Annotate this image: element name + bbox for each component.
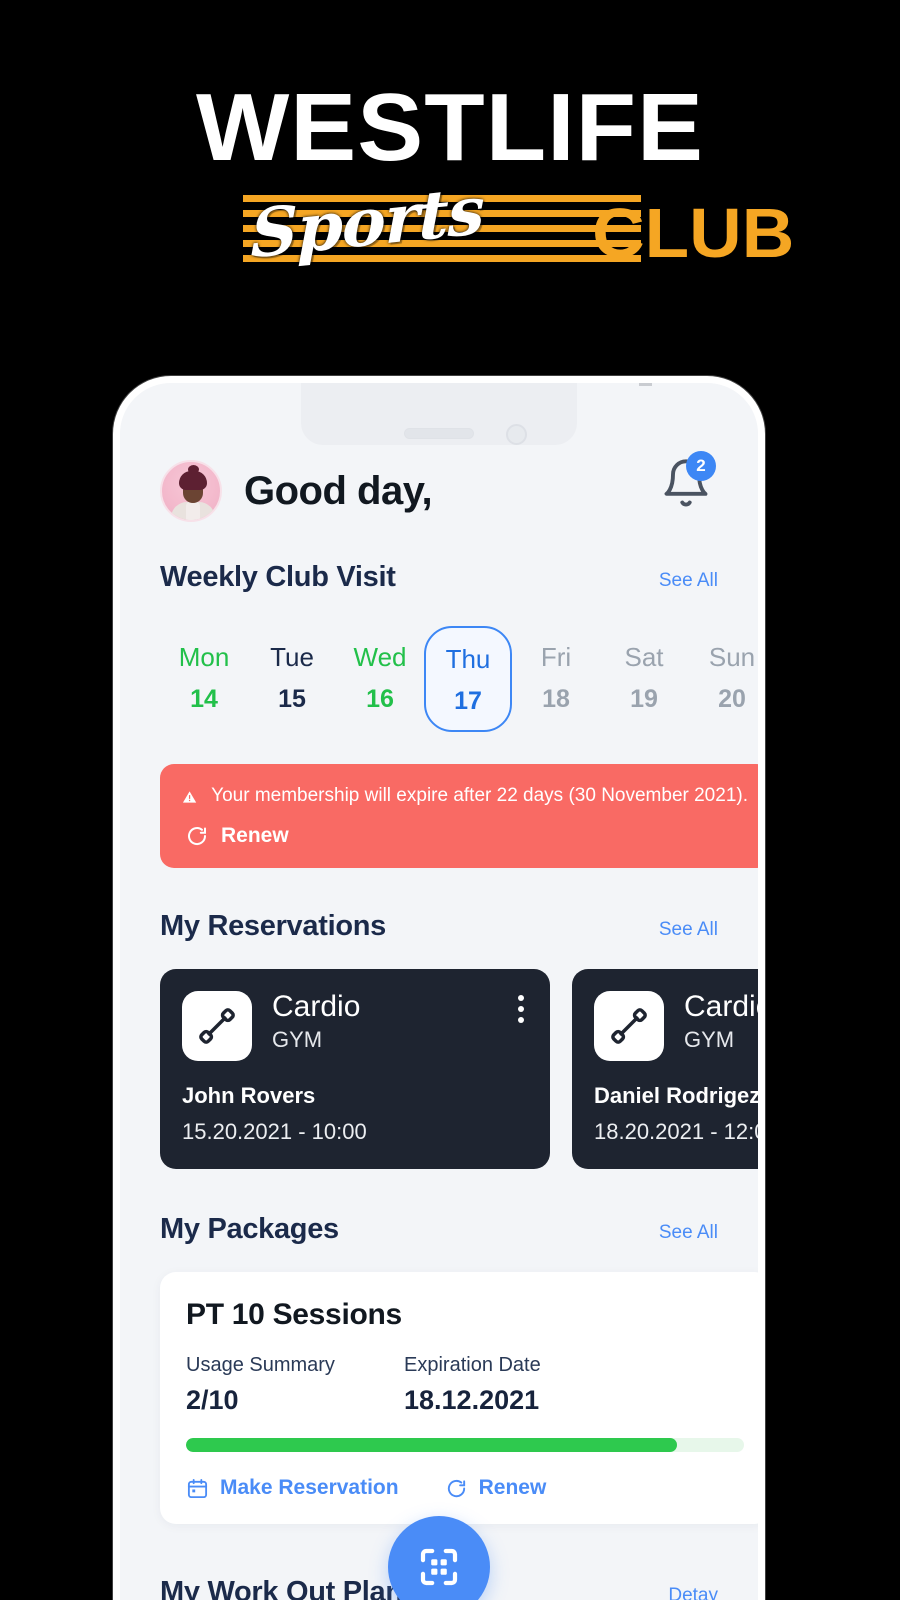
page-title: Good day, (244, 468, 433, 513)
alert-renew-label: Renew (221, 824, 289, 847)
reservation-trainer: Daniel Rodrigez (594, 1083, 758, 1108)
make-reservation-button[interactable]: Make Reservation (186, 1476, 399, 1500)
dumbbell-icon (182, 991, 252, 1061)
warning-icon (182, 791, 197, 803)
reservation-card[interactable]: Cardio GYM John Rovers 15.20.2021 - 10:0… (160, 969, 550, 1169)
day-number: 14 (190, 685, 218, 713)
brand-wordmark-row2: Sports CLUB (243, 171, 794, 274)
reservations-carousel[interactable]: Cardio GYM John Rovers 15.20.2021 - 10:0… (160, 969, 758, 1169)
reservation-location: GYM (272, 1027, 323, 1053)
package-expiry-value: 18.12.2021 (404, 1385, 540, 1415)
day-name: Sat (624, 642, 664, 672)
refresh-icon (447, 1479, 465, 1497)
reservation-type: Cardio (684, 990, 758, 1023)
phone-screen: Good day, 2 Weekly Club Visit See All Mo… (120, 383, 758, 1600)
package-expiry-label: Expiration Date (404, 1354, 541, 1376)
package-renew-button[interactable]: Renew (445, 1476, 547, 1500)
day-name: Sun (708, 642, 756, 672)
notifications-button[interactable]: 2 (660, 451, 716, 509)
reservation-type: Cardio (272, 990, 361, 1023)
reservations-title: My Reservations (160, 910, 386, 942)
package-card[interactable]: PT 10 Sessions Usage Summary 2/10 Expira… (160, 1272, 758, 1524)
phone-volume-down-button[interactable] (113, 783, 117, 843)
make-reservation-label: Make Reservation (220, 1476, 399, 1499)
weekly-club-visit-title: Weekly Club Visit (160, 561, 396, 593)
alert-message: Your membership will expire after 22 day… (211, 785, 748, 806)
packages-title: My Packages (160, 1213, 339, 1245)
reservation-trainer: John Rovers (182, 1083, 316, 1108)
reservation-location: GYM (684, 1027, 735, 1053)
alert-renew-button[interactable]: Renew (185, 824, 748, 848)
day-sat[interactable]: Sat 19 (600, 626, 688, 732)
qr-scan-icon (420, 1548, 458, 1586)
calendar-icon (187, 1478, 208, 1498)
phone-volume-up-button[interactable] (113, 705, 117, 765)
day-name: Mon (178, 642, 230, 672)
day-mon[interactable]: Mon 14 (160, 626, 248, 732)
package-progress-fill (186, 1438, 678, 1452)
package-name: PT 10 Sessions (186, 1298, 402, 1331)
day-number: 20 (718, 685, 746, 713)
day-number: 15 (278, 685, 306, 713)
reservations-see-all-link[interactable]: See All (659, 919, 718, 941)
package-progress-bar (186, 1438, 744, 1452)
phone-front-camera (506, 424, 527, 445)
day-number: 17 (454, 687, 482, 715)
app-screen: Good day, 2 Weekly Club Visit See All Mo… (120, 383, 758, 1600)
day-name: Fri (540, 642, 572, 672)
package-expiry: Expiration Date 18.12.2021 (404, 1354, 622, 1416)
refresh-icon (188, 827, 207, 845)
day-wed[interactable]: Wed 16 (336, 626, 424, 732)
poster-stage: WESTLIFE Sports CLUB Good day, 2 Weekly … (0, 0, 900, 1600)
package-usage-label: Usage Summary (186, 1354, 335, 1376)
brand-wordmark-club: CLUB (591, 194, 794, 273)
reservation-more-menu-icon[interactable] (518, 995, 524, 1023)
day-name: Wed (353, 642, 407, 672)
weekly-club-visit-header: Weekly Club Visit See All (160, 561, 718, 594)
day-name: Thu (445, 644, 491, 674)
phone-top-marker (639, 383, 652, 386)
packages-header: My Packages See All (160, 1213, 718, 1246)
day-fri[interactable]: Fri 18 (512, 626, 600, 732)
day-number: 18 (542, 685, 570, 713)
reservation-datetime: 18.20.2021 - 12:00 (594, 1119, 758, 1144)
reservation-datetime: 15.20.2021 - 10:00 (182, 1119, 367, 1144)
packages-see-all-link[interactable]: See All (659, 1222, 718, 1244)
brand-logo: WESTLIFE Sports CLUB (0, 74, 900, 274)
avatar[interactable] (160, 460, 222, 522)
phone-mockup: Good day, 2 Weekly Club Visit See All Mo… (113, 376, 765, 1600)
dumbbell-icon (594, 991, 664, 1061)
day-sun[interactable]: Sun 20 (688, 626, 758, 732)
membership-expiry-alert: Your membership will expire after 22 day… (160, 764, 758, 868)
phone-mute-switch[interactable] (113, 625, 117, 671)
package-renew-label: Renew (478, 1476, 547, 1499)
day-number: 19 (630, 685, 658, 713)
reservation-card[interactable]: Cardio GYM Daniel Rodrigez 18.20.2021 - … (572, 969, 758, 1169)
day-tue[interactable]: Tue 15 (248, 626, 336, 732)
package-usage: Usage Summary 2/10 (186, 1354, 404, 1416)
package-usage-value: 2/10 (186, 1385, 239, 1415)
notification-badge: 2 (686, 451, 716, 481)
brand-wordmark-westlife: WESTLIFE (195, 74, 705, 181)
app-header: Good day, 2 (160, 451, 718, 527)
phone-power-button[interactable] (761, 741, 765, 829)
reservations-header: My Reservations See All (160, 910, 718, 943)
weekly-see-all-link[interactable]: See All (659, 570, 718, 592)
day-thu-selected[interactable]: Thu 17 (424, 626, 512, 732)
phone-earpiece-speaker (404, 428, 474, 439)
day-number: 16 (366, 685, 394, 713)
workout-plan-title: My Work Out Plan (160, 1576, 403, 1600)
week-strip: Mon 14 Tue 15 Wed 16 Thu 17 Fri 18 Sat 1… (160, 626, 755, 732)
workout-plan-detail-link[interactable]: Detay (668, 1585, 718, 1600)
day-name: Tue (270, 642, 314, 672)
